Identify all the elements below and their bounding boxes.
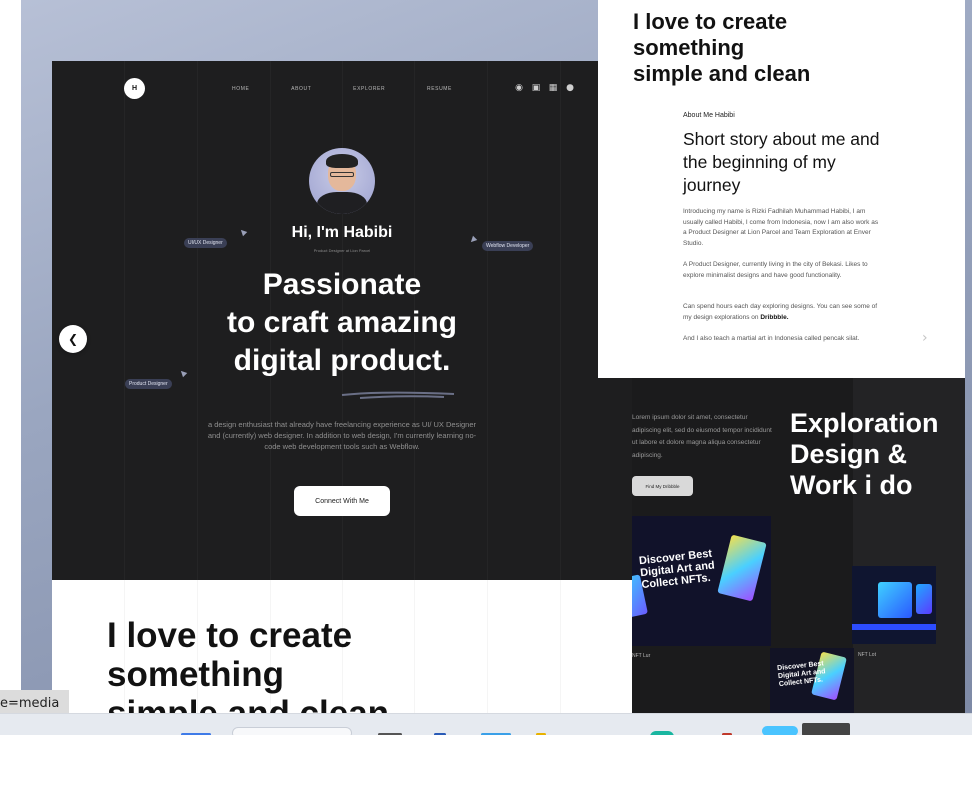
tag-product-designer: Product Designer [125, 379, 172, 389]
nft-shot-thumbnail: Discover Best Digital Art and Collect NF… [770, 648, 854, 713]
explore-description: Lorem ipsum dolor sit amet, consectetur … [632, 414, 772, 459]
about-kicker: About Me Habibi [683, 112, 735, 119]
headline-line: to craft amazing [226, 306, 458, 339]
headline-line: Passionate [262, 268, 422, 301]
hero-name: Hi, I'm Habibi [291, 224, 393, 241]
nft-shot-thumbnail [852, 566, 936, 644]
nav-item-home: HOME [232, 86, 250, 92]
site-nav: HOME ABOUT EXPLORER RESUME [232, 86, 452, 92]
site-logo: H [124, 78, 145, 99]
hero-section-preview: H HOME ABOUT EXPLORER RESUME ◉ ▣ ▦ ● Hi,… [52, 61, 632, 580]
nav-item-resume: RESUME [426, 86, 452, 92]
about-paragraph: Introducing my name is Rizki Fadhilah Mu… [683, 208, 879, 247]
notification-badge [762, 726, 798, 735]
taskbar [0, 713, 972, 735]
love-to-create-section-preview: I love to create something simple and cl… [52, 580, 632, 713]
about-paragraph: A Product Designer, currently living in … [683, 261, 868, 279]
title-line: Work i do [790, 470, 913, 500]
heading-line: I love to create [107, 616, 353, 655]
screen: H HOME ABOUT EXPLORER RESUME ◉ ▣ ▦ ● Hi,… [0, 0, 972, 800]
tag-webflow-developer: Webflow Developer [482, 241, 534, 251]
title-line: Design & [790, 439, 908, 469]
heading-line: simple and clean [633, 61, 811, 86]
dribbble-link: Dribbble. [760, 313, 789, 321]
heading-line: something [633, 35, 745, 60]
explore-title: Exploration Design & Work i do [790, 408, 939, 501]
exploration-section-preview: Lorem ipsum dolor sit amet, consectetur … [632, 378, 965, 713]
heading-line: something [107, 655, 284, 694]
about-section-preview: I love to create something simple and cl… [598, 0, 965, 378]
instagram-icon: ▣ [531, 83, 541, 93]
medium-icon: ● [566, 83, 574, 93]
viewer-left-edge [0, 0, 21, 713]
about-paragraph: And I also teach a martial art in Indone… [683, 335, 860, 342]
tag-uiux-designer: UI/UX Designer [184, 238, 227, 248]
hero-headline: Passionate to craft amazing digital prod… [52, 266, 632, 380]
headline-line: digital product. [233, 344, 451, 377]
about-title: Short story about me and the beginning o… [683, 129, 880, 195]
underline-scribble [341, 391, 455, 399]
social-links: ◉ ▣ ▦ ● [514, 83, 575, 93]
chevron-left-icon[interactable]: ❮ [59, 325, 87, 353]
section-heading: I love to create something simple and cl… [633, 9, 810, 87]
connect-button[interactable]: Connect With Me [294, 486, 390, 516]
media-viewer: H HOME ABOUT EXPLORER RESUME ◉ ▣ ▦ ● Hi,… [0, 0, 972, 713]
heading-line: simple and clean [107, 694, 389, 713]
about-paragraph: Can spend hours each day exploring desig… [683, 302, 883, 323]
shot-label: NFT Lot [858, 652, 876, 658]
heading-line: I love to create [633, 9, 788, 34]
url-hint: e=media [0, 690, 70, 713]
taskbar-search[interactable] [232, 727, 352, 735]
nav-item-about: ABOUT [291, 86, 312, 92]
avatar [309, 148, 375, 214]
linkedin-icon: ▦ [548, 83, 558, 93]
nav-item-explorer: EXPLORER [353, 86, 386, 92]
chevron-right-icon[interactable]: › [922, 330, 928, 346]
below-taskbar [0, 735, 972, 800]
hero-role: Product Designer at Lion Parcel [313, 248, 371, 253]
active-app-icon[interactable] [802, 723, 850, 735]
nft-shot-thumbnail: Discover Best Digital Art and Collect NF… [632, 516, 771, 646]
find-dribbble-button: Find My Dribbble [632, 476, 693, 496]
title-line: Exploration [790, 408, 939, 438]
hero-intro: a design enthusiast that already have fr… [207, 420, 477, 451]
dribbble-icon: ◉ [515, 83, 523, 93]
section-heading: I love to create something simple and cl… [107, 616, 389, 713]
shot-label: NFT Lur [632, 653, 651, 659]
